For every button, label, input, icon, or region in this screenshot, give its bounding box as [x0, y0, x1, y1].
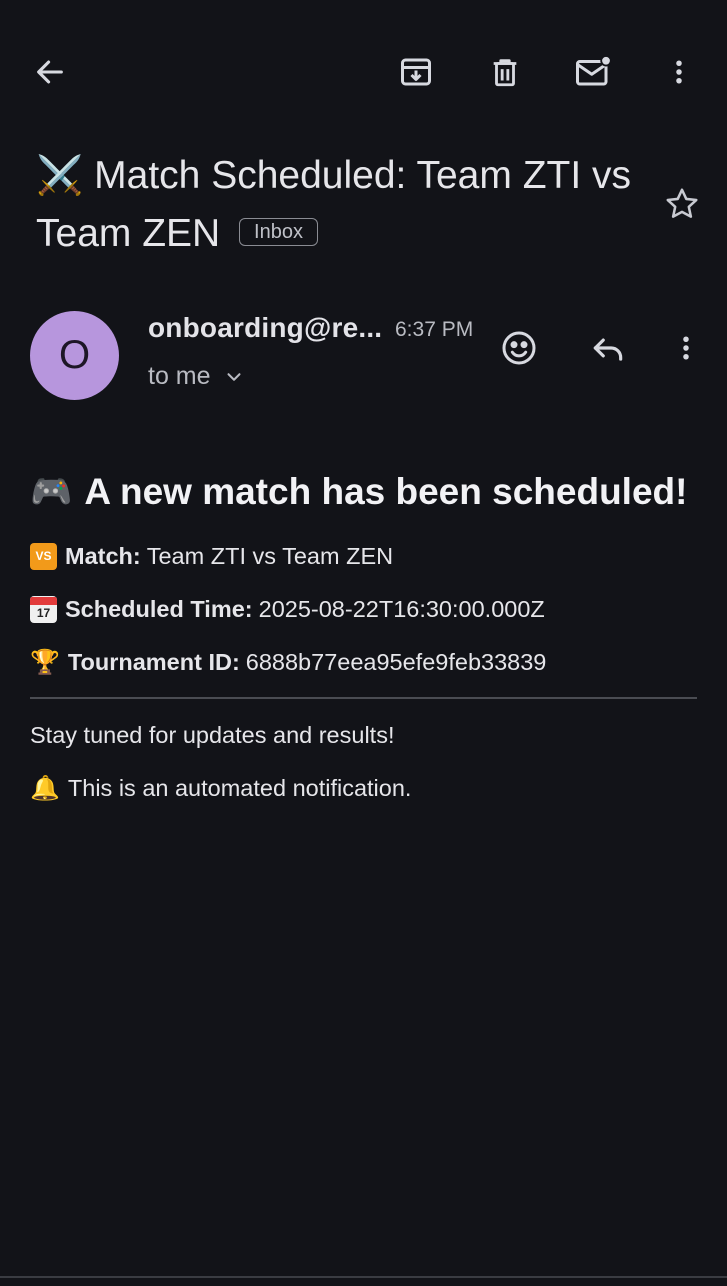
mark-unread-icon[interactable]	[566, 44, 622, 100]
more-vertical-icon[interactable]	[651, 44, 707, 100]
chevron-down-icon	[223, 366, 245, 388]
crossed-swords-icon: ⚔️	[36, 153, 84, 197]
recipient-details-toggle[interactable]: to me	[148, 362, 245, 391]
inbox-label-chip[interactable]: Inbox	[239, 217, 318, 246]
scheduled-row: 17 Scheduled Time: 2025-08-22T16:30:00.0…	[30, 583, 700, 636]
calendar-icon: 17	[30, 596, 57, 623]
recipient-label: to me	[148, 362, 211, 390]
tournament-value: 6888b77eea95efe9feb33839	[245, 649, 547, 675]
footer-line-2: 🔔 This is an automated notification.	[30, 762, 700, 815]
archive-icon[interactable]	[388, 44, 444, 100]
match-value: Team ZTI vs Team ZEN	[146, 543, 394, 569]
body-headline: 🎮 A new match has been scheduled!	[30, 466, 700, 518]
subject-text: Match Scheduled: Team ZTI vs Team ZEN	[36, 154, 632, 255]
scheduled-label: Scheduled Time:	[65, 596, 253, 622]
back-arrow-icon[interactable]	[22, 44, 78, 100]
game-controller-icon: 🎮	[30, 473, 73, 511]
bottom-edge	[0, 1276, 727, 1286]
match-label: Match:	[65, 543, 141, 569]
headline-text: A new match has been scheduled!	[84, 471, 688, 512]
star-icon[interactable]	[654, 176, 710, 232]
bell-icon: 🔔	[30, 774, 60, 802]
avatar[interactable]: O	[30, 311, 119, 400]
sender-name[interactable]: onboarding@re...	[148, 312, 382, 344]
message-more-icon[interactable]	[658, 320, 714, 376]
match-row: VS Match: Team ZTI vs Team ZEN	[30, 530, 700, 583]
vs-icon: VS	[30, 543, 57, 570]
message-time: 6:37 PM	[395, 318, 474, 341]
tournament-label: Tournament ID:	[67, 649, 240, 675]
trophy-icon: 🏆	[30, 648, 60, 676]
email-view: ⚔️ Match Scheduled: Team ZTI vs Team ZEN…	[0, 0, 727, 1286]
top-app-bar	[0, 0, 727, 145]
email-body: 🎮 A new match has been scheduled! VS Mat…	[30, 466, 700, 815]
reply-icon[interactable]	[580, 320, 636, 376]
add-reaction-icon[interactable]	[491, 320, 547, 376]
trash-icon[interactable]	[477, 44, 533, 100]
footer-line-1: Stay tuned for updates and results!	[30, 722, 395, 748]
email-subject: ⚔️ Match Scheduled: Team ZTI vs Team ZEN…	[36, 146, 636, 263]
divider	[30, 697, 697, 699]
scheduled-value: 2025-08-22T16:30:00.000Z	[258, 596, 545, 622]
tournament-row: 🏆 Tournament ID: 6888b77eea95efe9feb3383…	[30, 636, 700, 689]
